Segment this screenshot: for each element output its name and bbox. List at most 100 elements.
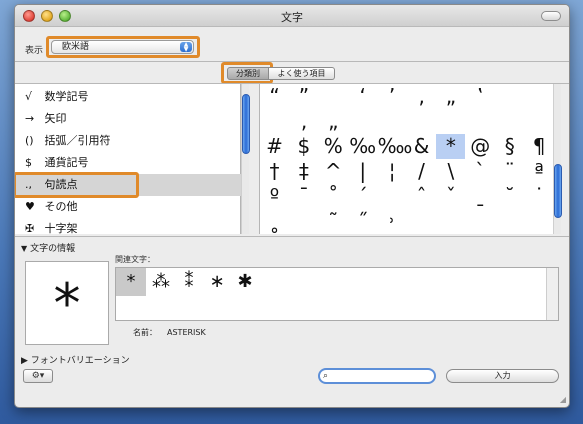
insert-button[interactable]: 入力 <box>446 369 559 383</box>
glyph-cell[interactable]: ‛ <box>466 84 495 109</box>
related-glyph[interactable]: ⁑ <box>174 268 204 296</box>
font-variation-label: フォントバリエーション <box>30 356 130 366</box>
glyph-cell[interactable]: % <box>319 134 348 159</box>
name-label: 名前： <box>133 328 157 337</box>
glyph-cell[interactable]: | <box>348 159 377 184</box>
category-scroll-thumb[interactable] <box>242 94 250 154</box>
glyph-cell[interactable]: ˇ <box>436 184 465 209</box>
glyph-cell[interactable]: ˊ <box>348 184 377 209</box>
toolbar-divider <box>15 61 569 62</box>
dollar-icon: $ <box>25 156 32 169</box>
toolbar-toggle-button[interactable] <box>541 11 561 21</box>
view-popup-value: 欧米語 <box>62 42 90 52</box>
glyph-cell[interactable]: & <box>407 134 436 159</box>
glyph-cell[interactable]: # <box>260 134 289 159</box>
glyph-cell[interactable]: ` <box>466 159 495 184</box>
glyph-cell[interactable] <box>466 109 495 134</box>
related-chars-list: * ⁂ ⁑ ∗ ✱ <box>115 267 559 321</box>
category-highlight-frame <box>15 172 139 198</box>
glyph-cell[interactable]: ‚ <box>289 109 318 134</box>
font-variation-disclosure[interactable]: ▶ フォントバリエーション <box>21 353 130 366</box>
glyph-cell[interactable]: ‰ <box>348 134 377 159</box>
gear-menu-button[interactable]: ⚙▾ <box>23 369 53 383</box>
glyph-cell[interactable]: “ <box>260 84 289 109</box>
character-grid: “” ‘’ ‚ „ ‛ ‚ „ # $% ‰ ‱ & * @ § ¶ † ‡ ^ | ¦ / \ ` ¨ ª º ¯ ˚ ˊ ˆ ˇ ˍ ˘ ˙ ˳ ˜… <box>259 84 553 234</box>
arrow-icon: → <box>25 112 35 125</box>
window-title: 文字 <box>281 11 303 24</box>
category-label: その他 <box>44 200 78 213</box>
glyph-cell[interactable]: ˍ <box>466 184 495 209</box>
glyph-cell[interactable] <box>436 209 465 234</box>
glyph-cell[interactable]: § <box>495 134 524 159</box>
category-scrollbar[interactable] <box>241 84 250 234</box>
glyph-cell[interactable]: ‡ <box>289 159 318 184</box>
category-item-misc[interactable]: ♥ その他 <box>15 196 241 218</box>
glyph-cell[interactable]: º <box>260 184 289 209</box>
glyph-cell[interactable]: ‱ <box>378 134 413 159</box>
glyph-cell[interactable] <box>289 209 318 234</box>
glyph-cell[interactable]: ‘ <box>348 84 377 109</box>
view-popup[interactable]: 欧米語 ▲ ▼ <box>51 40 194 54</box>
glyph-cell[interactable]: ˘ <box>495 184 524 209</box>
glyph-cell[interactable] <box>466 209 495 234</box>
glyph-cell[interactable] <box>378 184 407 209</box>
search-icon: ⌕ <box>323 371 329 381</box>
glyph-cell[interactable] <box>319 84 348 109</box>
category-item-brackets[interactable]: () 括弧／引用符 <box>15 130 241 152</box>
glyph-cell[interactable] <box>260 109 289 134</box>
tab-by-category[interactable]: 分類別 <box>227 67 269 80</box>
disclosure-triangle-icon: ▼ <box>21 244 28 253</box>
glyph-cell[interactable]: ˝ <box>348 209 377 234</box>
glyph-cell[interactable]: „ <box>319 109 348 134</box>
category-label: 括弧／引用符 <box>44 134 111 147</box>
glyph-cell[interactable]: ¦ <box>378 159 407 184</box>
glyph-cell[interactable]: ” <box>289 84 318 109</box>
character-info-disclosure[interactable]: ▼ 文字の情報 <box>21 241 75 254</box>
glyph-cell[interactable] <box>407 209 436 234</box>
grid-scroll-thumb[interactable] <box>554 164 562 218</box>
disclosure-triangle-icon: ▶ <box>21 356 31 366</box>
grid-scrollbar[interactable] <box>553 84 562 234</box>
glyph-cell[interactable]: ˒ <box>378 209 407 234</box>
related-glyph[interactable]: ∗ <box>202 268 232 296</box>
glyph-cell[interactable]: @ <box>466 134 495 159</box>
glyph-cell[interactable]: ˆ <box>407 184 436 209</box>
category-item-math[interactable]: √ 数学記号 <box>15 86 241 108</box>
glyph-cell[interactable]: ^ <box>319 159 348 184</box>
tab-favorites[interactable]: よく使う項目 <box>269 67 335 80</box>
glyph-cell[interactable] <box>436 109 465 134</box>
resize-grip-icon[interactable]: ◢ <box>560 395 566 404</box>
glyph-cell[interactable] <box>348 109 377 134</box>
glyph-cell[interactable]: † <box>260 159 289 184</box>
related-chars-label: 関連文字： <box>115 255 155 264</box>
glyph-cell[interactable]: ˳ <box>260 209 289 234</box>
glyph-cell[interactable]: ˙ <box>525 184 554 209</box>
character-preview: * <box>25 261 109 345</box>
glyph-cell[interactable]: \ <box>436 159 465 184</box>
glyph-cell[interactable]: ¶ <box>525 134 554 159</box>
related-glyph[interactable]: ⁂ <box>146 268 176 296</box>
related-glyph[interactable]: ✱ <box>230 268 260 296</box>
glyph-cell[interactable]: ˚ <box>319 184 348 209</box>
related-scrollbar[interactable] <box>546 268 558 320</box>
glyph-cell[interactable]: $ <box>289 134 318 159</box>
search-field[interactable]: ⌕ <box>318 368 436 384</box>
glyph-cell[interactable]: ¨ <box>495 159 524 184</box>
category-item-currency[interactable]: $ 通貨記号 <box>15 152 241 174</box>
glyph-cell[interactable] <box>407 109 436 134</box>
glyph-cell[interactable] <box>378 109 407 134</box>
glyph-cell[interactable] <box>495 209 524 234</box>
category-item-arrows[interactable]: → 矢印 <box>15 108 241 130</box>
glyph-cell[interactable] <box>525 209 554 234</box>
glyph-cell[interactable]: * <box>436 134 466 159</box>
related-glyph[interactable]: * <box>116 268 146 296</box>
glyph-cell[interactable]: ¯ <box>289 184 318 209</box>
glyph-cell[interactable]: „ <box>436 84 465 109</box>
glyph-cell[interactable]: ª <box>525 159 554 184</box>
glyph-cell[interactable]: ‚ <box>407 84 436 109</box>
parentheses-icon: () <box>25 134 34 147</box>
popup-arrows-icon: ▲ ▼ <box>180 42 192 53</box>
glyph-cell[interactable]: ˜ <box>319 209 348 234</box>
glyph-cell[interactable]: / <box>407 159 436 184</box>
glyph-cell[interactable]: ’ <box>378 84 407 109</box>
